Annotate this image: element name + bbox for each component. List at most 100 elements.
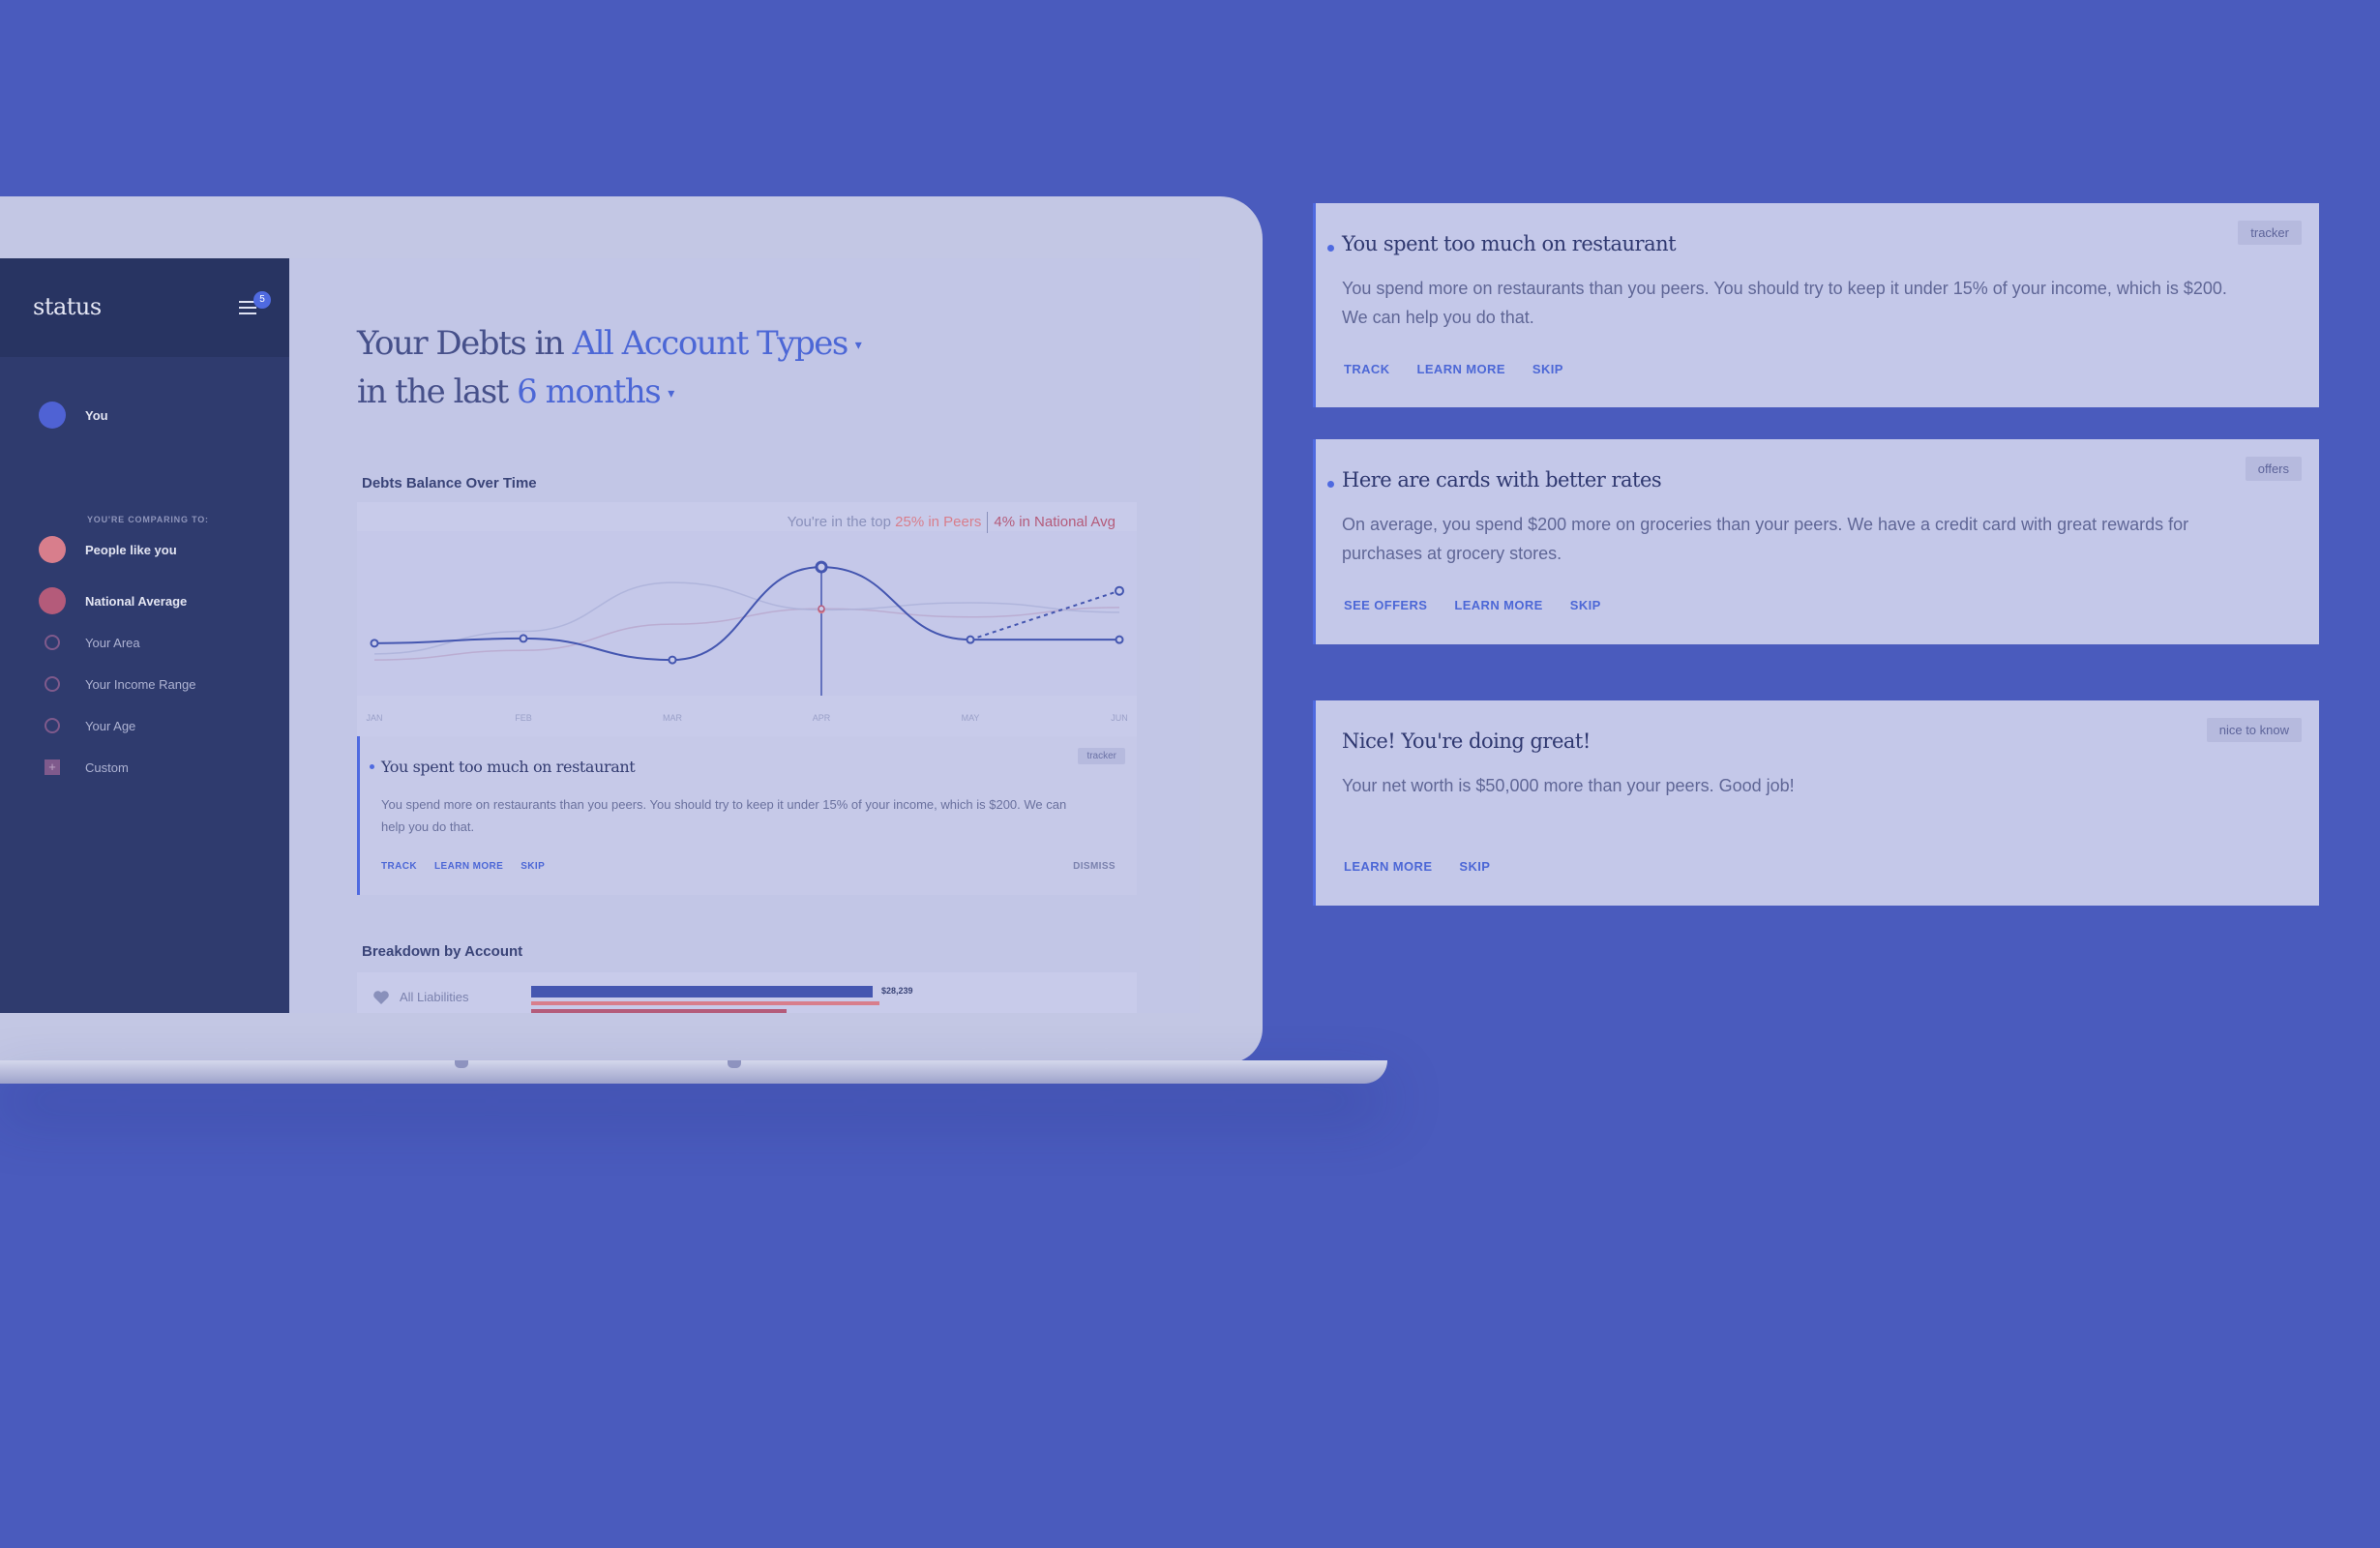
learn-more-button[interactable]: LEARN MORE — [1417, 362, 1505, 376]
laptop-foot — [455, 1060, 468, 1068]
peers-stat: 25% in Peers — [895, 513, 982, 530]
card-title: Nice! You're doing great! — [1342, 729, 1591, 753]
notification-badge: 5 — [253, 291, 271, 309]
breakdown-row[interactable]: All Liabilities $28,239 — [357, 972, 1137, 1013]
skip-button[interactable]: SKIP — [1459, 859, 1490, 874]
track-button[interactable]: TRACK — [1344, 362, 1390, 376]
sidebar-item-label: Custom — [85, 759, 129, 775]
x-tick-label: JUN — [1111, 713, 1128, 723]
sidebar-item-custom[interactable]: + Custom — [39, 759, 129, 775]
sidebar-header: status 5 — [0, 258, 289, 357]
sidebar-item-label: You — [85, 407, 108, 423]
x-tick-label: JAN — [366, 713, 382, 723]
comparing-caption: YOU'RE COMPARING TO: — [87, 515, 209, 524]
headline-prefix: Your Debts in — [357, 324, 565, 363]
data-point — [370, 639, 379, 648]
comparison-point — [818, 605, 825, 612]
sidebar-item-your-area[interactable]: Your Area — [39, 635, 140, 650]
notification-card-restaurant: tracker You spent too much on restaurant… — [1313, 203, 2319, 407]
data-point — [815, 560, 828, 574]
laptop-base — [0, 1060, 1387, 1084]
projection-point — [1115, 585, 1124, 596]
bullet-dot-icon — [370, 764, 374, 769]
card-body: On average, you spend $200 more on groce… — [1342, 515, 2189, 563]
learn-more-button[interactable]: LEARN MORE — [434, 861, 503, 872]
sidebar: status 5 You YOU'RE COMPARING TO: People… — [0, 258, 289, 1013]
sidebar-item-your-income-range[interactable]: Your Income Range — [39, 676, 195, 692]
skip-button[interactable]: SKIP — [1570, 598, 1601, 612]
insight-tag: tracker — [1078, 748, 1125, 764]
plus-square-icon: + — [45, 759, 60, 775]
national-color-dot — [39, 587, 66, 614]
learn-more-button[interactable]: LEARN MORE — [1454, 598, 1542, 612]
sidebar-item-people-like-you[interactable]: People like you — [39, 536, 177, 563]
main-content: Your Debts in All Account Types ▾ in the … — [289, 258, 1200, 1013]
insight-card: tracker You spent too much on restaurant… — [357, 736, 1137, 895]
card-body: You spend more on restaurants than you p… — [1342, 279, 2227, 327]
sidebar-item-you[interactable]: You — [39, 402, 108, 429]
debts-chart-panel: JAN FEB MAR APR MAY JUN You're in the top 25%… — [357, 502, 1137, 736]
card-body: Your net worth is $50,000 more than your… — [1342, 776, 1795, 795]
period-dropdown[interactable]: 6 months ▾ — [517, 372, 674, 411]
app-logo: status — [33, 293, 102, 320]
account-type-dropdown[interactable]: All Account Types ▾ — [573, 324, 862, 363]
notification-card-offers: offers Here are cards with better rates … — [1313, 439, 2319, 644]
card-actions: LEARN MORE SKIP — [1344, 859, 1490, 874]
learn-more-button[interactable]: LEARN MORE — [1344, 859, 1432, 874]
heart-icon — [373, 991, 389, 1004]
data-point — [519, 634, 528, 643]
x-tick-label: APR — [813, 713, 831, 723]
peers-color-dot — [39, 536, 66, 563]
card-actions: SEE OFFERS LEARN MORE SKIP — [1344, 598, 1601, 612]
dismiss-button[interactable]: DISMISS — [1073, 861, 1116, 872]
x-tick-label: MAY — [962, 713, 980, 723]
chevron-down-icon: ▾ — [854, 338, 862, 353]
national-stat: 4% in National Avg — [994, 513, 1116, 530]
card-actions: TRACK LEARN MORE SKIP — [1344, 362, 1563, 376]
sidebar-item-label: Your Area — [85, 635, 140, 650]
app-screen: status 5 You YOU'RE COMPARING TO: People… — [0, 258, 1200, 1013]
skip-button[interactable]: SKIP — [1532, 362, 1563, 376]
skip-button[interactable]: SKIP — [521, 861, 545, 872]
national-bar — [531, 1009, 787, 1013]
bullet-dot-icon — [1327, 481, 1334, 488]
card-tag: offers — [2245, 457, 2302, 481]
you-bar — [531, 986, 873, 997]
card-title: You spent too much on restaurant — [1342, 232, 1677, 255]
breakdown-label: All Liabilities — [400, 990, 469, 1004]
laptop-foot — [728, 1060, 741, 1068]
card-tag: tracker — [2238, 221, 2302, 245]
sidebar-item-your-age[interactable]: Your Age — [39, 718, 135, 733]
notification-card-net-worth: nice to know Nice! You're doing great! Y… — [1313, 700, 2319, 906]
laptop-mockup: status 5 You YOU'RE COMPARING TO: People… — [0, 196, 1387, 1087]
radio-ring-icon — [45, 676, 60, 692]
x-tick-label: MAR — [663, 713, 683, 723]
page-title: Your Debts in All Account Types ▾ in the … — [357, 320, 862, 417]
headline-prefix: in the last — [357, 372, 509, 411]
insight-body: You spend more on restaurants than you p… — [381, 797, 1067, 834]
sidebar-item-label: Your Income Range — [85, 676, 196, 692]
debts-line-chart: JAN FEB MAR APR MAY JUN — [357, 531, 1137, 723]
breakdown-value: $28,239 — [881, 986, 913, 996]
you-color-dot — [39, 402, 66, 429]
breakdown-section-title: Breakdown by Account — [362, 943, 523, 960]
data-point — [966, 635, 975, 644]
data-point — [1115, 635, 1124, 644]
card-title: Here are cards with better rates — [1342, 468, 1662, 491]
sidebar-item-label: National Average — [85, 593, 188, 609]
bullet-dot-icon — [1327, 245, 1334, 252]
sidebar-item-label: Your Age — [85, 718, 136, 733]
insight-title: You spent too much on restaurant — [381, 758, 636, 776]
chart-section-title: Debts Balance Over Time — [362, 475, 537, 491]
ranking-stat: You're in the top 25% in Peers 4% in Nati… — [788, 512, 1116, 533]
track-button[interactable]: TRACK — [381, 861, 417, 872]
peers-bar — [531, 1001, 879, 1005]
x-tick-label: FEB — [515, 713, 532, 723]
radio-ring-icon — [45, 718, 60, 733]
chevron-down-icon: ▾ — [668, 386, 674, 402]
see-offers-button[interactable]: SEE OFFERS — [1344, 598, 1427, 612]
sidebar-item-national-average[interactable]: National Average — [39, 587, 187, 614]
card-tag: nice to know — [2206, 718, 2302, 742]
radio-ring-icon — [45, 635, 60, 650]
sidebar-item-label: People like you — [85, 542, 177, 557]
